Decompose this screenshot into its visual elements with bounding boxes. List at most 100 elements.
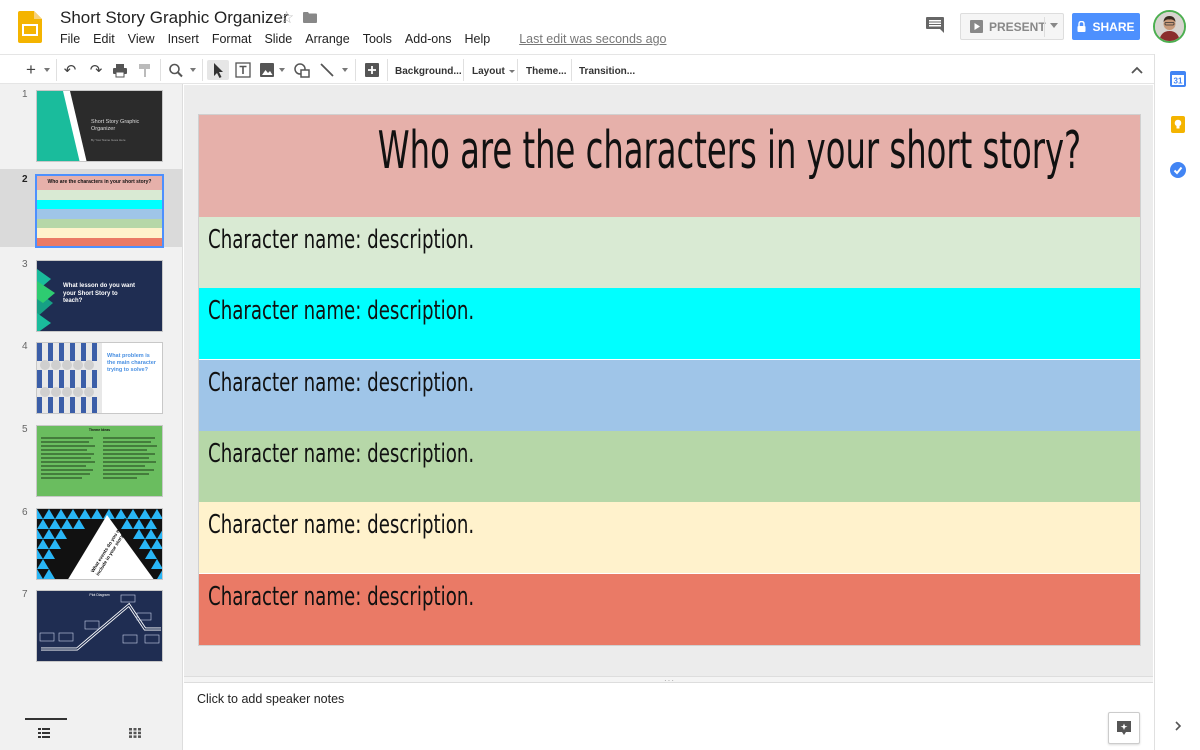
slide-thumbnail: What events do you want to include in yo… xyxy=(36,508,163,580)
slide-thumbnail: Short Story Graphic Organizer By Your Na… xyxy=(36,90,163,162)
menu-help[interactable]: Help xyxy=(464,32,490,46)
slide-thumbnail: What problem is the main character tryin… xyxy=(36,342,163,414)
menu-add-ons[interactable]: Add-ons xyxy=(405,32,452,46)
thumb-title: Short Story Graphic Organizer xyxy=(91,119,140,132)
character-row-4[interactable]: Character name: description. xyxy=(199,431,1140,502)
layout-label: Layout xyxy=(472,65,505,77)
character-row-text[interactable]: Character name: description. xyxy=(208,296,474,326)
line-icon[interactable] xyxy=(319,60,335,80)
select-tool-icon[interactable] xyxy=(207,60,229,80)
transition-button[interactable]: Transition... xyxy=(579,61,635,81)
grid-view-icon[interactable] xyxy=(129,728,141,738)
layout-button[interactable]: Layout xyxy=(472,61,515,81)
add-comment-icon[interactable] xyxy=(363,60,381,80)
zoom-icon[interactable] xyxy=(168,60,184,80)
menu-slide[interactable]: Slide xyxy=(264,32,292,46)
filmstrip-slide-3[interactable]: 3 What lesson do you want your Short Sto… xyxy=(0,254,182,332)
character-row-text[interactable]: Character name: description. xyxy=(208,368,474,398)
theme-button[interactable]: Theme... xyxy=(526,61,567,81)
shape-icon[interactable] xyxy=(293,60,311,80)
present-label: PRESENT xyxy=(989,19,1046,34)
present-dropdown-icon[interactable] xyxy=(1050,23,1058,28)
tasks-icon[interactable] xyxy=(1170,162,1186,178)
thumb-title: Who are the characters in your short sto… xyxy=(47,179,152,185)
slide-thumbnail: Plot Diagram xyxy=(36,590,163,662)
menu-bar: File Edit View Insert Format Slide Arran… xyxy=(60,32,667,46)
last-edit-link[interactable]: Last edit was seconds ago xyxy=(519,32,666,46)
calendar-day: 31 xyxy=(1174,77,1183,86)
folder-icon[interactable] xyxy=(303,12,317,23)
filmstrip-slide-5[interactable]: 5 Theme Ideas xyxy=(0,419,182,497)
slide-title-box[interactable]: Who are the characters in your short sto… xyxy=(199,115,1140,217)
share-button[interactable]: SHARE xyxy=(1072,13,1140,40)
slides-logo-icon[interactable] xyxy=(18,11,42,43)
filmstrip-slide-7[interactable]: 7 Plot Diagram xyxy=(0,584,182,662)
speaker-notes-placeholder[interactable]: Click to add speaker notes xyxy=(197,692,344,706)
character-row-6[interactable]: Character name: description. xyxy=(199,574,1140,645)
comments-icon[interactable] xyxy=(926,17,944,33)
slide-title[interactable]: Who are the characters in your short sto… xyxy=(378,121,1081,181)
slide-number: 3 xyxy=(22,259,28,270)
filmstrip-slide-2[interactable]: 2 Who are the characters in your short s… xyxy=(0,169,182,248)
document-title[interactable]: Short Story Graphic Organizer xyxy=(60,8,289,28)
slide-number: 1 xyxy=(22,89,28,100)
lock-icon xyxy=(1077,21,1086,32)
new-slide-icon[interactable]: + xyxy=(22,60,40,80)
text-box-icon[interactable] xyxy=(234,60,252,80)
thumb-title: What lesson do you want your Short Story… xyxy=(63,283,136,304)
share-label: SHARE xyxy=(1092,19,1135,34)
slide-canvas: Who are the characters in your short sto… xyxy=(184,85,1153,676)
character-row-text[interactable]: Character name: description. xyxy=(208,439,474,469)
undo-icon[interactable]: ↶ xyxy=(60,60,80,80)
character-row-3[interactable]: Character name: description. xyxy=(199,360,1140,431)
paint-format-icon[interactable] xyxy=(138,60,152,80)
character-row-2[interactable]: Character name: description. xyxy=(199,288,1140,359)
active-view-indicator xyxy=(25,718,67,720)
filmstrip-slide-4[interactable]: 4 What problem is the main character try… xyxy=(0,336,182,414)
zoom-dropdown-icon[interactable] xyxy=(188,60,198,80)
star-icon[interactable]: ☆ xyxy=(279,8,294,28)
slide-filmstrip: 1 Short Story Graphic Organizer By Your … xyxy=(0,84,183,750)
menu-file[interactable]: File xyxy=(60,32,80,46)
expand-right-icon[interactable] xyxy=(1173,720,1183,732)
calendar-icon[interactable]: 31 xyxy=(1170,70,1186,87)
menu-tools[interactable]: Tools xyxy=(363,32,392,46)
filmstrip-slide-1[interactable]: 1 Short Story Graphic Organizer By Your … xyxy=(0,84,182,162)
current-slide[interactable]: Who are the characters in your short sto… xyxy=(198,114,1141,646)
collapse-toolbar-icon[interactable] xyxy=(1130,60,1144,80)
user-avatar[interactable] xyxy=(1153,10,1186,43)
slide-number: 7 xyxy=(22,589,28,600)
slide-number: 4 xyxy=(22,341,28,352)
redo-icon[interactable]: ↷ xyxy=(86,60,106,80)
menu-edit[interactable]: Edit xyxy=(93,32,115,46)
menu-insert[interactable]: Insert xyxy=(168,32,199,46)
character-row-text[interactable]: Character name: description. xyxy=(208,510,474,540)
header-bar: Short Story Graphic Organizer ☆ File Edi… xyxy=(0,0,1200,54)
thumb-subtitle: By Your Name Goes Here xyxy=(91,138,126,142)
character-row-1[interactable]: Character name: description. xyxy=(199,217,1140,288)
present-button[interactable]: PRESENT xyxy=(960,13,1064,40)
character-row-5[interactable]: Character name: description. xyxy=(199,502,1140,573)
side-panel: 31 xyxy=(1154,54,1200,750)
explore-button[interactable] xyxy=(1108,712,1140,744)
present-play-icon xyxy=(970,20,983,33)
menu-format[interactable]: Format xyxy=(212,32,252,46)
menu-arrange[interactable]: Arrange xyxy=(305,32,349,46)
speaker-notes-panel[interactable]: Click to add speaker notes xyxy=(184,683,1153,750)
present-divider xyxy=(1044,17,1045,37)
slide-thumbnail: Theme Ideas xyxy=(36,425,163,497)
filmstrip-slide-6[interactable]: 6 What events do you want to include in … xyxy=(0,502,182,580)
toolbar: + ↶ ↷ Background... Layout Theme... Tran… xyxy=(0,54,1154,84)
new-slide-layout-dropdown-icon[interactable] xyxy=(42,60,52,80)
filmstrip-view-icon[interactable] xyxy=(38,728,50,738)
character-row-text[interactable]: Character name: description. xyxy=(208,582,474,612)
image-dropdown-icon[interactable] xyxy=(278,60,286,80)
print-icon[interactable] xyxy=(112,60,128,80)
line-dropdown-icon[interactable] xyxy=(341,60,349,80)
menu-view[interactable]: View xyxy=(128,32,155,46)
explore-icon xyxy=(1117,721,1131,735)
background-button[interactable]: Background... xyxy=(395,61,462,81)
image-icon[interactable] xyxy=(259,60,275,80)
keep-icon[interactable] xyxy=(1171,116,1185,133)
character-row-text[interactable]: Character name: description. xyxy=(208,225,474,255)
